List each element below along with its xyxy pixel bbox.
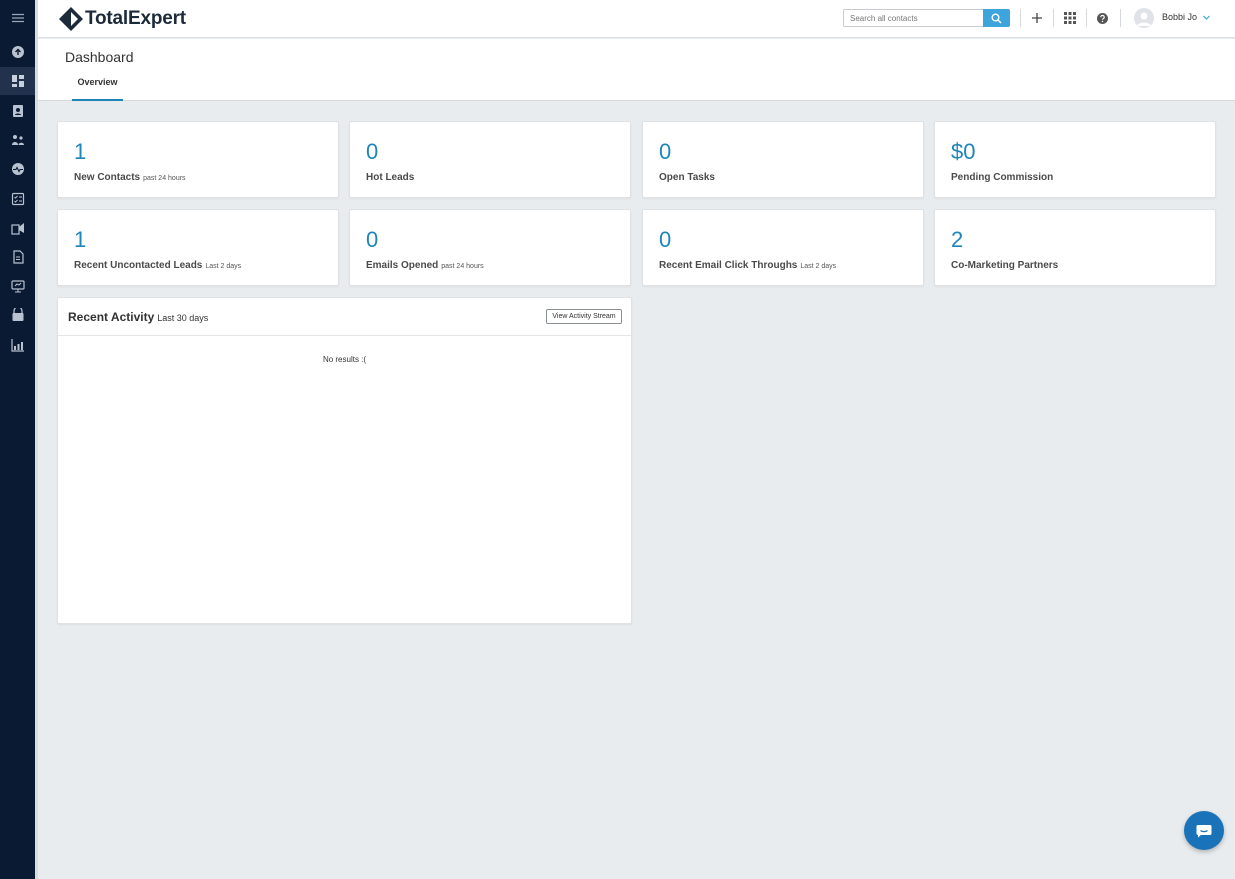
stat-card-co-marketing-partners[interactable]: 2 Co-Marketing Partners	[934, 209, 1216, 286]
stat-card-open-tasks[interactable]: 0 Open Tasks	[642, 121, 924, 198]
sidebar	[0, 0, 38, 879]
stat-label-text: Emails Opened	[366, 260, 439, 271]
empty-state-message: No results :(	[322, 355, 367, 364]
stat-value: 0	[366, 139, 379, 164]
stat-label-text: Co-Marketing Partners	[951, 260, 1059, 271]
sidebar-item-contacts[interactable]	[0, 97, 35, 125]
avatar[interactable]	[1134, 8, 1154, 28]
logo-mark-icon	[59, 7, 83, 31]
recent-activity-header: Recent Activity Last 30 days View Activit…	[58, 298, 631, 336]
stat-sublabel: Last 2 days	[800, 263, 837, 270]
stat-card-uncontacted-leads[interactable]: 1 Recent Uncontacted Leads Last 2 days	[57, 209, 339, 286]
header-divider	[1053, 9, 1054, 27]
chevron-down-icon[interactable]	[1202, 13, 1211, 22]
reports-icon	[10, 339, 24, 352]
contacts-icon	[12, 105, 23, 117]
help-icon	[1096, 12, 1108, 24]
marketing-icon	[10, 223, 24, 235]
sidebar-item-tasks[interactable]	[0, 185, 35, 213]
search-input[interactable]	[843, 9, 984, 27]
sidebar-item-network[interactable]	[0, 126, 35, 154]
top-header: TotalExpert Bobbi Jo	[38, 0, 1235, 38]
sidebar-item-presentation[interactable]	[0, 272, 35, 300]
upload-icon	[11, 46, 24, 58]
user-menu-name[interactable]: Bobbi Jo	[1162, 12, 1197, 22]
help-button[interactable]	[1093, 9, 1111, 27]
stat-label: Pending Commission	[951, 172, 1053, 183]
stat-label: Hot Leads	[366, 172, 414, 183]
network-icon	[11, 135, 24, 145]
stat-value: 0	[659, 139, 672, 164]
store-icon	[12, 308, 23, 321]
sidebar-item-dashboard[interactable]	[0, 67, 35, 95]
stat-label-text: New Contacts	[74, 172, 141, 183]
stat-card-pending-commission[interactable]: $0 Pending Commission	[934, 121, 1216, 198]
user-avatar-icon	[1137, 12, 1151, 26]
sidebar-item-documents[interactable]	[0, 243, 35, 271]
presentation-icon	[10, 280, 25, 293]
logo-text: TotalExpert	[85, 8, 186, 29]
page-title: Dashboard	[65, 49, 134, 65]
stat-label: Open Tasks	[659, 172, 715, 183]
chat-icon	[1196, 824, 1212, 837]
grid-icon	[1064, 12, 1076, 24]
tasks-icon	[11, 192, 24, 206]
view-activity-stream-button[interactable]: View Activity Stream	[546, 309, 622, 324]
stat-label: New Contacts past 24 hours	[74, 172, 186, 183]
apps-button[interactable]	[1061, 9, 1079, 27]
header-divider	[1020, 9, 1021, 27]
stat-card-emails-opened[interactable]: 0 Emails Opened past 24 hours	[349, 209, 631, 286]
sidebar-item-store[interactable]	[0, 301, 35, 329]
stat-label-text: Hot Leads	[366, 172, 415, 183]
stat-card-hot-leads[interactable]: 0 Hot Leads	[349, 121, 631, 198]
recent-activity-panel: Recent Activity Last 30 days View Activit…	[57, 297, 632, 624]
stat-label-text: Recent Uncontacted Leads	[74, 260, 203, 271]
stat-sublabel: Last 2 days	[205, 263, 242, 270]
stat-label: Emails Opened past 24 hours	[366, 260, 484, 271]
app-logo[interactable]: TotalExpert	[58, 6, 186, 32]
add-button[interactable]	[1028, 9, 1046, 27]
tab-overview[interactable]: Overview	[72, 75, 123, 101]
stat-label: Co-Marketing Partners	[951, 260, 1058, 271]
sidebar-item-upload[interactable]	[0, 38, 35, 66]
stat-label-text: Pending Commission	[951, 172, 1054, 183]
page-header: Dashboard Overview	[38, 39, 1235, 101]
sidebar-item-reports[interactable]	[0, 331, 35, 359]
stat-value: $0	[951, 139, 976, 164]
stat-value: 0	[366, 227, 379, 252]
stat-value: 2	[951, 227, 964, 252]
stat-label-text: Recent Email Click Throughs	[659, 260, 798, 271]
stat-sublabel: past 24 hours	[143, 175, 186, 182]
stat-label-text: Open Tasks	[659, 172, 715, 183]
stat-value: 1	[74, 139, 87, 164]
plus-icon	[1032, 13, 1042, 23]
recent-activity-range: Last 30 days	[157, 313, 209, 323]
search-button[interactable]	[983, 9, 1010, 27]
chat-launcher-button[interactable]	[1184, 811, 1224, 850]
pulse-icon	[11, 163, 24, 175]
recent-activity-title-text: Recent Activity	[68, 310, 155, 324]
sidebar-item-pulse[interactable]	[0, 155, 35, 183]
stat-label: Recent Email Click Throughs Last 2 days	[659, 260, 836, 271]
search-icon	[991, 13, 1002, 24]
menu-icon	[11, 13, 24, 23]
stat-value: 0	[659, 227, 672, 252]
stat-card-new-contacts[interactable]: 1 New Contacts past 24 hours	[57, 121, 339, 198]
dashboard-icon	[11, 75, 24, 87]
sidebar-menu-toggle[interactable]	[0, 4, 35, 32]
stat-label: Recent Uncontacted Leads Last 2 days	[74, 260, 241, 271]
recent-activity-title: Recent Activity Last 30 days	[68, 310, 208, 324]
documents-icon	[12, 250, 24, 264]
stat-value: 1	[74, 227, 87, 252]
stat-sublabel: past 24 hours	[441, 263, 484, 270]
stat-card-email-click-throughs[interactable]: 0 Recent Email Click Throughs Last 2 days	[642, 209, 924, 286]
header-divider	[1086, 9, 1087, 27]
sidebar-item-marketing[interactable]	[0, 214, 35, 242]
header-divider	[1120, 9, 1121, 27]
